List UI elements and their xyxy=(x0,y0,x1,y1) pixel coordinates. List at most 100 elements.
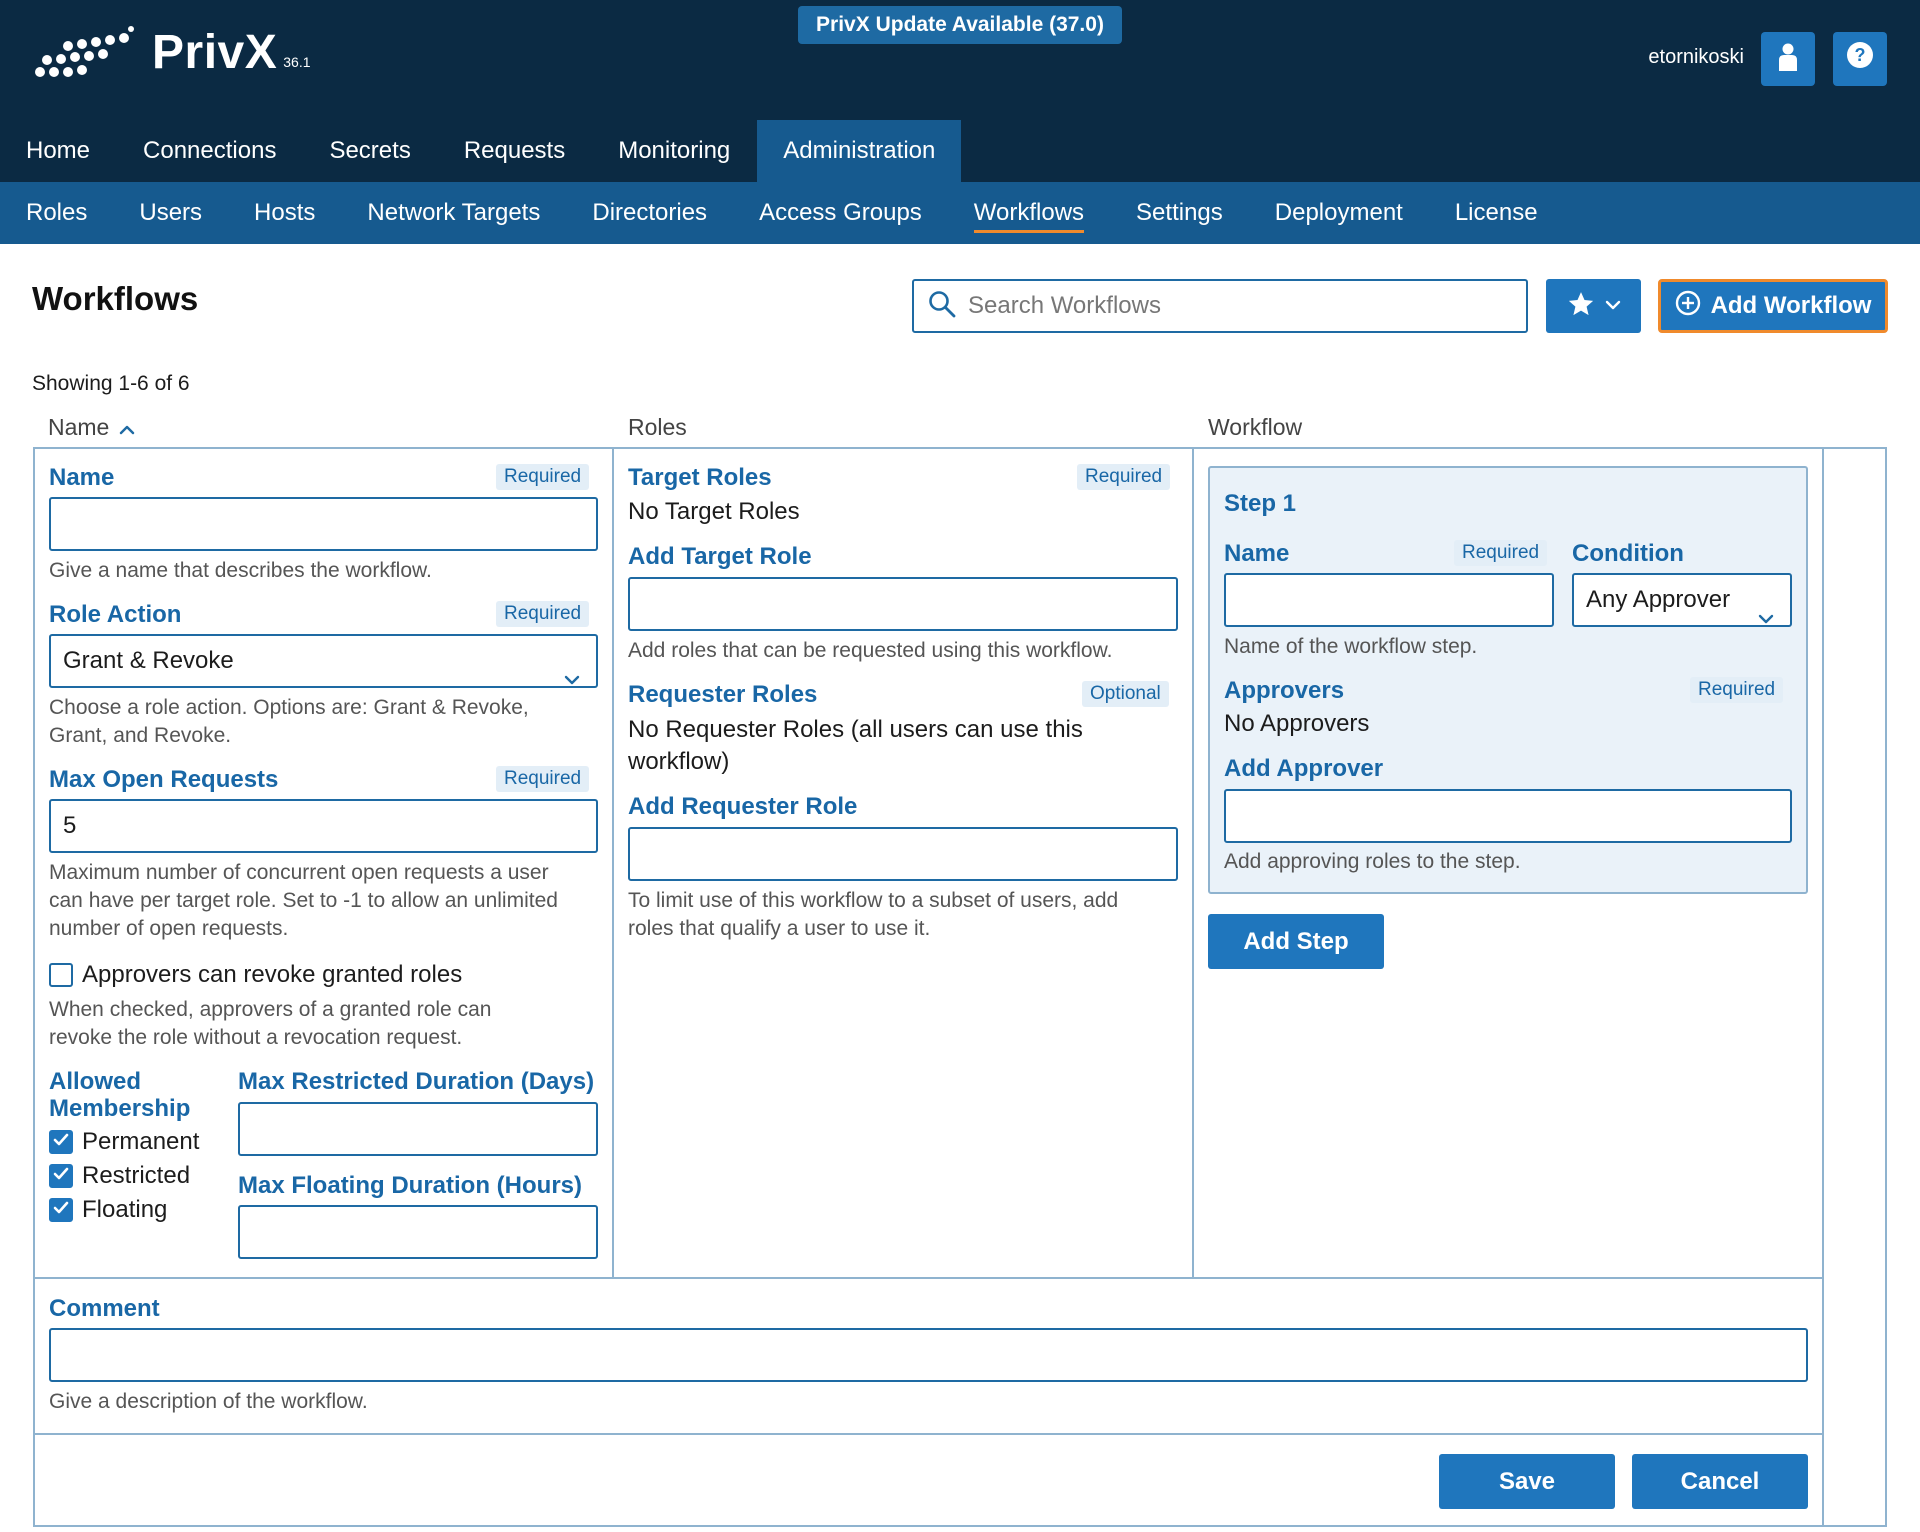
approvers-revoke-label[interactable]: Approvers can revoke granted roles xyxy=(82,959,462,991)
required-badge: Required xyxy=(1690,677,1783,703)
role-action-help-line-2: Grant, and Revoke. xyxy=(49,722,231,750)
permanent-checkbox[interactable] xyxy=(49,1130,73,1154)
add-approver-help: Add approving roles to the step. xyxy=(1224,848,1521,876)
search-box[interactable] xyxy=(912,279,1528,333)
add-approver-label: Add Approver xyxy=(1224,755,1383,783)
save-button[interactable]: Save xyxy=(1439,1454,1615,1509)
subnav-settings[interactable]: Settings xyxy=(1110,182,1249,244)
requester-roles-value-line-1: No Requester Roles (all users can use th… xyxy=(628,714,1083,746)
approvers-value: No Approvers xyxy=(1224,708,1369,740)
required-badge: Required xyxy=(496,766,589,792)
add-target-role-input[interactable] xyxy=(628,577,1178,631)
subnav-hosts[interactable]: Hosts xyxy=(228,182,341,244)
restricted-checkbox[interactable] xyxy=(49,1164,73,1188)
subnav-deployment[interactable]: Deployment xyxy=(1249,182,1429,244)
favorites-dropdown-button[interactable] xyxy=(1546,279,1641,333)
subnav-roles[interactable]: Roles xyxy=(0,182,113,244)
max-open-requests-input[interactable]: 5 xyxy=(49,799,598,853)
required-badge: Required xyxy=(496,464,589,490)
column-divider xyxy=(612,449,614,1278)
row-divider xyxy=(35,1277,1823,1279)
logo-text: PrivX xyxy=(152,25,277,80)
requester-roles-label: Requester Roles xyxy=(628,681,817,709)
subnav-users[interactable]: Users xyxy=(113,182,228,244)
subnav-network-targets[interactable]: Network Targets xyxy=(341,182,566,244)
allowed-membership-label-line-2: Membership xyxy=(49,1095,190,1123)
chevron-down-icon xyxy=(564,653,580,703)
row-divider xyxy=(35,1433,1823,1435)
permanent-label[interactable]: Permanent xyxy=(82,1126,199,1158)
step-name-input[interactable] xyxy=(1224,573,1554,627)
approvers-revoke-checkbox[interactable] xyxy=(49,963,73,987)
chevron-down-icon xyxy=(1605,297,1621,315)
max-open-help-line-1: Maximum number of concurrent open reques… xyxy=(49,859,549,887)
add-step-button[interactable]: Add Step xyxy=(1208,914,1384,969)
privx-logo[interactable]: PrivX 36.1 xyxy=(32,22,311,82)
optional-badge: Optional xyxy=(1082,681,1169,707)
results-count: Showing 1-6 of 6 xyxy=(32,372,190,396)
step-name-help: Name of the workflow step. xyxy=(1224,633,1477,661)
role-action-select[interactable]: Grant & Revoke xyxy=(49,634,598,688)
checkmark-icon xyxy=(53,1133,69,1152)
add-workflow-label: Add Workflow xyxy=(1711,292,1872,320)
floating-checkbox[interactable] xyxy=(49,1198,73,1222)
search-input[interactable] xyxy=(968,292,1508,320)
condition-select[interactable]: Any Approver xyxy=(1572,573,1792,627)
nav-administration[interactable]: Administration xyxy=(757,120,961,182)
column-name-label: Name xyxy=(48,414,109,441)
max-restricted-duration-label: Max Restricted Duration (Days) xyxy=(238,1068,594,1096)
column-divider xyxy=(1192,449,1194,1278)
comment-input[interactable] xyxy=(49,1328,1808,1382)
user-menu-button[interactable] xyxy=(1761,32,1815,86)
add-requester-role-label: Add Requester Role xyxy=(628,793,857,821)
nav-monitoring[interactable]: Monitoring xyxy=(592,120,756,182)
column-divider xyxy=(1822,449,1824,1525)
top-header: PrivX 36.1 PrivX Update Available (37.0)… xyxy=(0,0,1920,182)
required-badge: Required xyxy=(1454,540,1547,566)
add-approver-input[interactable] xyxy=(1224,789,1792,843)
app-version: 36.1 xyxy=(283,54,310,70)
page-title: Workflows xyxy=(32,280,198,318)
help-button[interactable]: ? xyxy=(1833,32,1887,86)
add-workflow-button[interactable]: Add Workflow xyxy=(1658,279,1888,333)
approvers-label: Approvers xyxy=(1224,677,1344,705)
max-open-help-line-2: can have per target role. Set to -1 to a… xyxy=(49,887,558,915)
max-restricted-duration-input[interactable] xyxy=(238,1102,598,1156)
condition-value: Any Approver xyxy=(1586,586,1730,613)
nav-secrets[interactable]: Secrets xyxy=(303,120,436,182)
user-icon xyxy=(1777,43,1799,76)
update-available-banner[interactable]: PrivX Update Available (37.0) xyxy=(798,6,1122,44)
subnav-directories[interactable]: Directories xyxy=(566,182,733,244)
required-badge: Required xyxy=(496,601,589,627)
cancel-button[interactable]: Cancel xyxy=(1632,1454,1808,1509)
comment-label: Comment xyxy=(49,1295,160,1323)
admin-sub-navigation: Roles Users Hosts Network Targets Direct… xyxy=(0,182,1920,244)
add-requester-role-input[interactable] xyxy=(628,827,1178,881)
comment-help: Give a description of the workflow. xyxy=(49,1388,368,1416)
nav-home[interactable]: Home xyxy=(0,120,116,182)
name-input[interactable] xyxy=(49,497,598,551)
subnav-workflows[interactable]: Workflows xyxy=(948,182,1110,244)
nav-connections[interactable]: Connections xyxy=(117,120,302,182)
checkmark-icon xyxy=(53,1167,69,1186)
column-header-name[interactable]: Name xyxy=(48,414,135,441)
subnav-access-groups[interactable]: Access Groups xyxy=(733,182,948,244)
max-open-requests-label: Max Open Requests xyxy=(49,766,278,794)
name-label: Name xyxy=(49,464,114,492)
step-title: Step 1 xyxy=(1224,490,1296,518)
restricted-label[interactable]: Restricted xyxy=(82,1160,190,1192)
approvers-revoke-help-line-1: When checked, approvers of a granted rol… xyxy=(49,996,491,1024)
username: etornikoski xyxy=(1648,46,1744,69)
star-icon xyxy=(1567,290,1595,323)
checkmark-icon xyxy=(53,1201,69,1220)
max-floating-duration-input[interactable] xyxy=(238,1205,598,1259)
requester-roles-value-line-2: workflow) xyxy=(628,746,729,778)
floating-label[interactable]: Floating xyxy=(82,1194,167,1226)
max-floating-duration-label: Max Floating Duration (Hours) xyxy=(238,1172,582,1200)
subnav-license[interactable]: License xyxy=(1429,182,1564,244)
allowed-membership-label-line-1: Allowed xyxy=(49,1068,141,1096)
main-navigation: Home Connections Secrets Requests Monito… xyxy=(0,120,962,182)
role-action-label: Role Action xyxy=(49,601,181,629)
nav-requests[interactable]: Requests xyxy=(438,120,591,182)
column-header-workflow: Workflow xyxy=(1208,414,1302,441)
